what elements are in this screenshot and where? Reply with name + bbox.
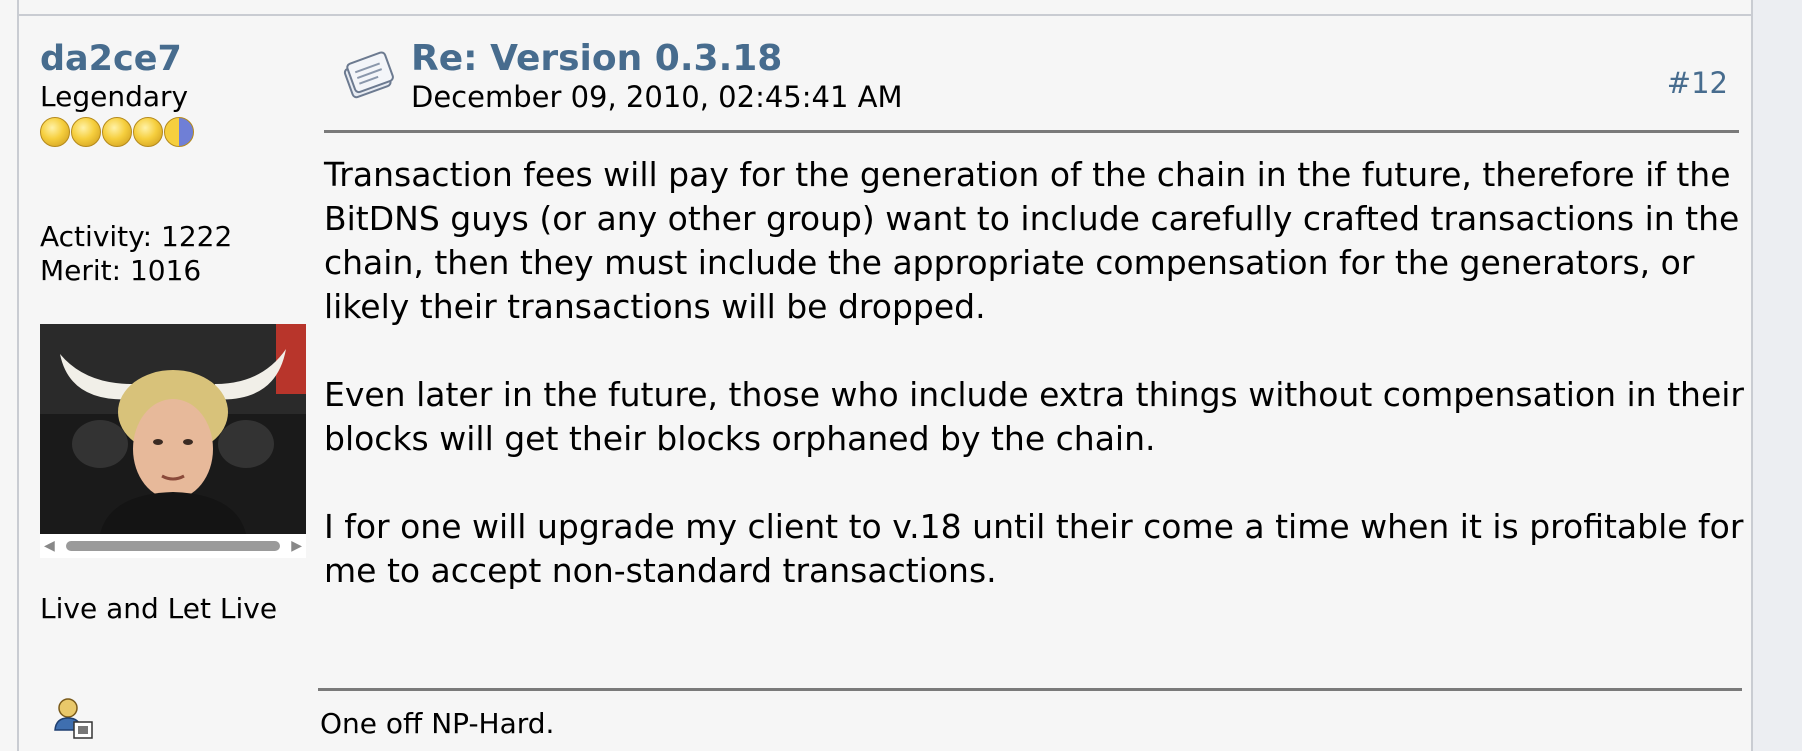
border-top [17,14,1753,16]
post-paragraph: Even later in the future, those who incl… [324,375,1744,458]
rank-coin-icon [40,117,70,147]
rank-stars [40,117,194,149]
page-gutter [1753,0,1802,751]
post-body: Transaction fees will pay for the genera… [324,153,1744,637]
merit-count: Merit: 1016 [40,254,202,287]
rank-coin-icon [71,117,101,147]
scroll-thumb[interactable] [66,541,280,551]
avatar [40,324,306,534]
avatar-scrollbar[interactable]: ◀ ▶ [40,534,306,558]
post-date: December 09, 2010, 02:45:41 AM [411,80,903,114]
rank-coin-icon [102,117,132,147]
post-paragraph: I for one will upgrade my client to v.18… [324,507,1744,590]
activity-count: Activity: 1222 [40,220,233,253]
post-paragraph: Transaction fees will pay for the genera… [324,155,1740,326]
message-icon [338,50,400,106]
post-subject-link[interactable]: Re: Version 0.3.18 [411,37,782,81]
signature-divider [318,688,1742,691]
scroll-right-icon[interactable]: ▶ [291,537,302,555]
post-number-link[interactable]: #12 [1667,66,1728,100]
scroll-left-icon[interactable]: ◀ [44,537,55,555]
rank-coin-icon [133,117,163,147]
post-container: da2ce7 Legendary Activity: 1222 Merit: 1… [0,0,1802,751]
rank-coin-icon [164,117,194,147]
username-link[interactable]: da2ce7 [40,38,182,80]
border-left [17,0,19,751]
avatar-image [40,324,306,534]
profile-icon[interactable] [52,696,96,740]
personal-text: Live and Let Live [40,592,278,625]
signature: One off NP-Hard. [320,707,555,740]
header-divider [324,130,1739,133]
user-rank: Legendary [40,80,189,113]
